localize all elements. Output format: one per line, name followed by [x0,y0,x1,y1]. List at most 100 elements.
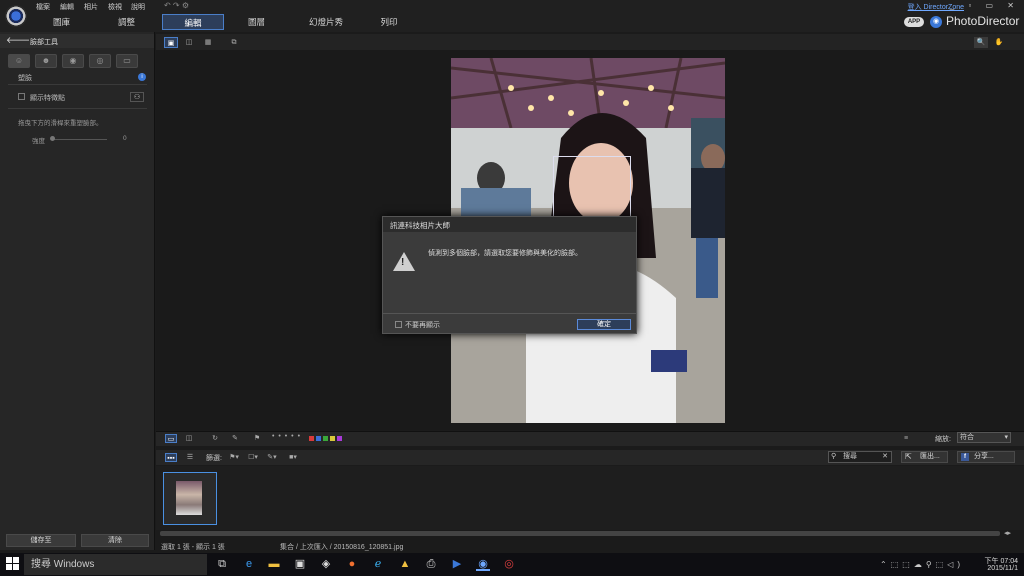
taskbar-date[interactable]: 2015/11/1 [982,565,1018,572]
zoom-value: 符合 [960,434,974,441]
dialog-title: 訊連科技相片大師 [390,221,450,230]
color-label-green[interactable] [323,436,328,441]
paint-app-icon[interactable]: ▲ [398,557,412,571]
rating-filter-icon[interactable]: ☐▾ [245,453,261,462]
thumbnail-image[interactable] [176,481,202,515]
search-icon: ⚲ [831,453,837,460]
photodirector-icon: ◉ [930,16,942,28]
clear-button[interactable]: 清除 [81,534,149,547]
file-explorer-icon[interactable]: ▬ [267,557,281,571]
color-label-red[interactable] [309,436,314,441]
flag-filter-icon[interactable]: ⚑▾ [226,453,242,462]
ok-button[interactable]: 確定 [577,319,631,330]
compare-view-icon[interactable]: ◫ [182,37,196,48]
system-tray-icons[interactable]: ⌃⬚⬚☁⚲⬚◁) [880,560,964,569]
ie-icon[interactable]: ℯ [371,557,385,571]
strength-slider-knob[interactable] [50,136,55,141]
single-view-icon[interactable]: ▣ [164,37,178,48]
mouth-tab-icon[interactable]: ▭ [116,54,138,68]
list-view-icon[interactable]: ☰ [184,453,196,462]
task-view-icon[interactable]: ⧉ [215,557,229,571]
app-badge[interactable]: APP [904,17,924,27]
store-icon[interactable]: ▣ [293,557,307,571]
printer-app-icon[interactable]: ⎙ [424,557,438,571]
taskbar-search[interactable]: 搜尋 Windows [24,554,207,575]
menu-view[interactable]: 檢視 [108,2,122,12]
tab-print[interactable]: 列印 [364,14,414,30]
face-contour-tab-icon[interactable]: ☻ [35,54,57,68]
face-point-icon[interactable]: ⚇ [130,92,144,102]
tab-adjust[interactable]: 調整 [99,14,154,30]
selection-status: 選取 1 張 - 顯示 1 張 [161,544,225,551]
clear-search-icon[interactable]: ✕ [882,452,888,462]
strength-slider[interactable] [52,139,107,140]
dialog-divider [383,313,636,314]
face-detection-frame[interactable] [553,156,631,218]
undo-redo-icon[interactable]: ↶ ↷ ⚙ [164,1,189,10]
divider [8,108,147,109]
eye-bag-tab-icon[interactable]: ◎ [89,54,111,68]
app-logo-icon[interactable] [5,5,27,27]
windows-start-icon[interactable] [6,557,20,571]
menu-help[interactable]: 說明 [131,2,145,12]
filmstrip-scrollbar[interactable] [160,531,1000,536]
filmstrip [156,466,1024,530]
firefox-icon[interactable]: ● [345,557,359,571]
photodirector-taskbar-icon[interactable]: ◉ [476,557,490,571]
flag-icon[interactable]: ⚑ [251,434,263,443]
tab-edit[interactable]: 編輯 [162,14,224,30]
menu-file[interactable]: 檔案 [36,2,50,12]
tab-library[interactable]: 圖庫 [34,14,89,30]
dont-show-again-checkbox[interactable] [395,321,402,328]
view-toolbar [156,34,1024,50]
save-to-button[interactable]: 儲存至 [6,534,76,547]
second-monitor-icon[interactable]: ⧉ [227,37,241,48]
app-name: PhotoDirector [946,14,1020,28]
two-photo-icon[interactable]: ◫ [183,434,195,443]
show-points-label: 顯示特徵點 [30,95,65,102]
filter-label: 篩選: [206,455,222,462]
show-points-checkbox[interactable] [18,93,25,100]
warning-exclamation: ! [401,257,405,268]
menu-edit[interactable]: 編輯 [60,2,74,12]
window-controls[interactable]: _ ▫ ▭ ✕ [950,1,1020,10]
zoom-icon[interactable]: 🔍 [974,37,988,48]
zoom-select[interactable]: 符合 ▾ [957,432,1011,443]
video-app-icon[interactable]: ▶ [450,557,464,571]
tab-slideshow[interactable]: 幻燈片秀 [296,14,356,30]
grid-view-icon[interactable]: ▦ [201,37,215,48]
rating-stars-icon[interactable]: • • • • • [272,433,301,440]
color-filter-icon[interactable]: ■▾ [285,453,301,462]
info-icon[interactable]: i [138,73,146,81]
search-input[interactable]: 搜尋 ✕ [828,451,892,463]
strength-value: 0 [123,135,127,142]
color-label-blue[interactable] [316,436,321,441]
left-panel [0,32,155,550]
edit-filter-icon[interactable]: ✎▾ [264,453,280,462]
dont-show-again-label[interactable]: 不要再顯示 [405,320,440,330]
tab-layers[interactable]: 圖層 [229,14,284,30]
file-path: 集合 / 上次匯入 / 20150816_120851.jpg [280,544,404,551]
thumbnail-view-icon[interactable]: ▪▪▪ [165,453,177,462]
multi-face-dialog [382,216,637,334]
face-reshape-tab-icon[interactable]: ☺ [8,54,30,68]
app-cube-icon[interactable]: ◈ [319,557,333,571]
menu-photo[interactable]: 相片 [84,2,98,12]
color-label-yellow[interactable] [330,436,335,441]
eye-tab-icon[interactable]: ◉ [62,54,84,68]
facebook-icon: f [961,453,969,461]
export-icon: ⇱ [905,452,912,461]
edge-icon[interactable]: e [242,557,256,571]
color-label-purple[interactable] [337,436,342,441]
single-photo-icon[interactable]: ▭ [165,434,177,443]
sort-icon[interactable]: ≡ [900,434,912,443]
dialog-message: 偵測到多個臉部，請選取您要修飾與美化的臉部。 [428,250,582,257]
brush-icon[interactable]: ✎ [229,434,241,443]
strength-label: 強度 [32,138,45,145]
divider [8,84,147,85]
cyberlink-app-icon[interactable]: ◎ [502,557,516,571]
back-arrow-icon[interactable]: 🡐 [6,35,30,46]
hand-tool-icon[interactable]: ✋ [992,37,1006,48]
scroll-arrows-icon[interactable]: ◂▸ [1004,529,1011,537]
rotate-icon[interactable]: ↻ [209,434,221,443]
